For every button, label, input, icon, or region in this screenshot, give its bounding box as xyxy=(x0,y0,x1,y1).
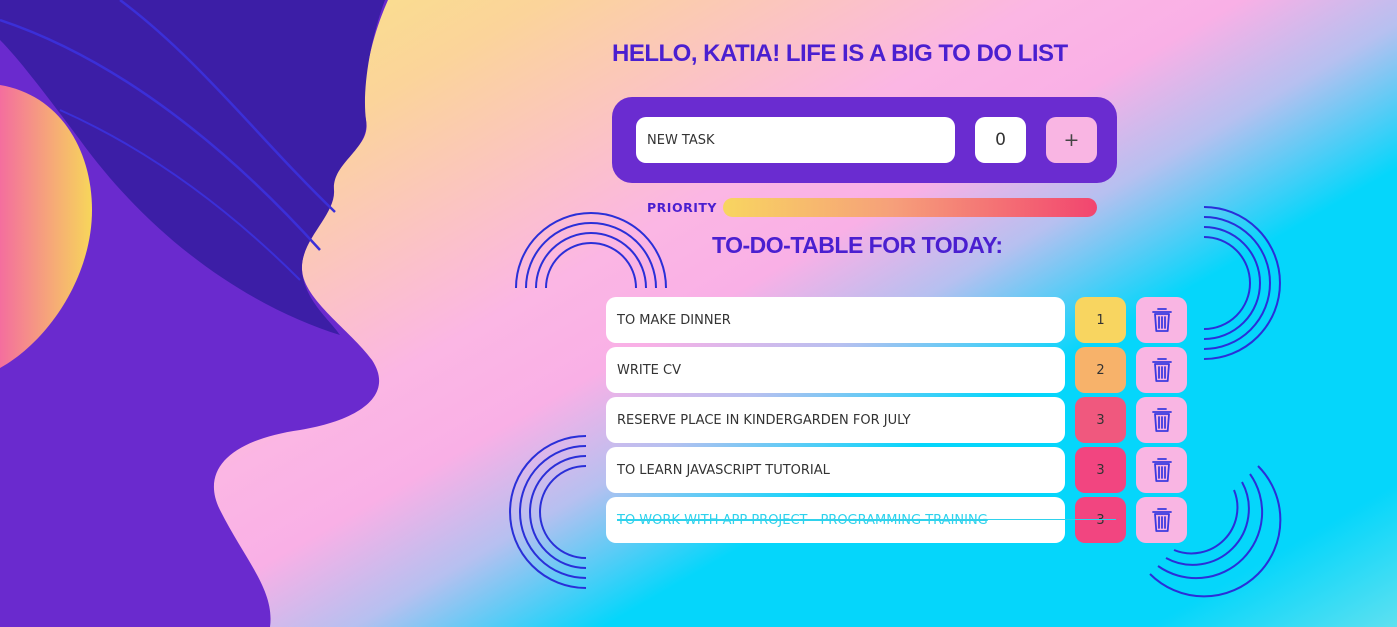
priority-badge: 1 xyxy=(1075,297,1126,343)
new-task-input[interactable] xyxy=(636,117,955,163)
task-row: TO LEARN JAVASCRIPT TUTORIAL 3 xyxy=(606,447,1196,493)
task-list: TO MAKE DINNER 1 WRITE CV 2 RESERVE PLAC… xyxy=(606,297,1196,547)
trash-icon xyxy=(1151,458,1172,482)
trash-icon xyxy=(1151,508,1172,532)
task-row: TO MAKE DINNER 1 xyxy=(606,297,1196,343)
trash-icon xyxy=(1151,408,1172,432)
table-title: TO-DO-TABLE FOR TODAY: xyxy=(712,232,1003,258)
strike-through-line xyxy=(617,519,1116,520)
priority-badge: 3 xyxy=(1075,447,1126,493)
task-row: WRITE CV 2 xyxy=(606,347,1196,393)
trash-icon xyxy=(1151,358,1172,382)
task-text[interactable]: TO MAKE DINNER xyxy=(606,297,1065,343)
delete-button[interactable] xyxy=(1136,347,1187,393)
task-text[interactable]: RESERVE PLACE IN KINDERGARDEN FOR JULY xyxy=(606,397,1065,443)
task-text[interactable]: TO LEARN JAVASCRIPT TUTORIAL xyxy=(606,447,1065,493)
priority-badge: 3 xyxy=(1075,497,1126,543)
task-text-done[interactable]: TO WORK WITH APP PROJECT - PROGRAMMING T… xyxy=(606,497,1065,543)
priority-input[interactable] xyxy=(975,117,1026,163)
page-title: HELLO, KATIA! LIFE IS A BIG TO DO LIST xyxy=(612,40,1068,67)
delete-button[interactable] xyxy=(1136,497,1187,543)
new-task-panel: + xyxy=(612,97,1117,183)
delete-button[interactable] xyxy=(1136,447,1187,493)
priority-slider[interactable] xyxy=(723,198,1097,217)
arc-decoration-top xyxy=(515,212,667,289)
trash-icon xyxy=(1151,308,1172,332)
task-text[interactable]: WRITE CV xyxy=(606,347,1065,393)
priority-badge: 3 xyxy=(1075,397,1126,443)
delete-button[interactable] xyxy=(1136,297,1187,343)
priority-label: PRIORITY xyxy=(647,200,717,215)
task-row-done: TO WORK WITH APP PROJECT - PROGRAMMING T… xyxy=(606,497,1196,543)
priority-badge: 2 xyxy=(1075,347,1126,393)
task-row: RESERVE PLACE IN KINDERGARDEN FOR JULY 3 xyxy=(606,397,1196,443)
delete-button[interactable] xyxy=(1136,397,1187,443)
arc-decoration-bottom-left xyxy=(509,435,587,589)
add-task-button[interactable]: + xyxy=(1046,117,1097,163)
arc-decoration-right xyxy=(1203,206,1281,360)
